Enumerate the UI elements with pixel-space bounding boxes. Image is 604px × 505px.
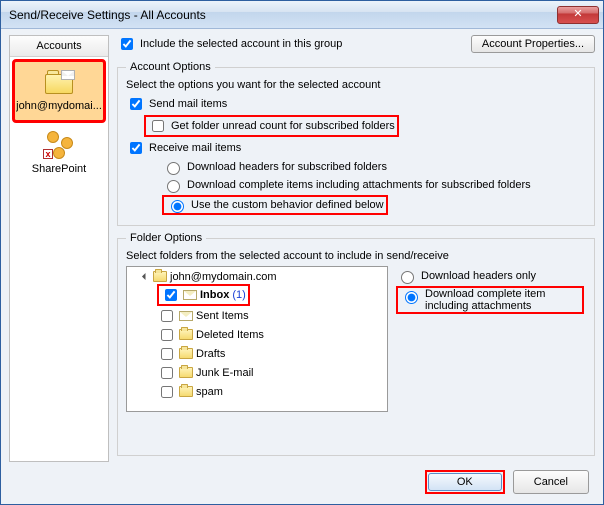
custom-behavior-label: Use the custom behavior defined below [191,199,384,211]
folder-headers-label: Download headers only [421,270,536,282]
folder-icon [179,329,193,340]
tree-item-sent[interactable]: Sent Items [157,307,249,325]
sidebar-header: Accounts [10,36,108,57]
envelope-icon [179,311,193,321]
folder-headers-row[interactable]: Download headers only [396,268,586,284]
sidebar-item-mail-account[interactable]: john@mydomai... [14,61,104,121]
folder-checkbox[interactable] [161,386,173,398]
folder-options-group: Folder Options Select folders from the s… [117,232,595,456]
tree-item-deleted[interactable]: Deleted Items [157,326,264,344]
download-complete-label: Download complete items including attach… [187,179,531,191]
folder-options-intro: Select folders from the selected account… [126,250,586,262]
tree-item-spam[interactable]: spam [157,383,223,401]
account-properties-button[interactable]: Account Properties... [471,35,595,53]
include-account-checkbox[interactable] [121,38,133,50]
top-row: Include the selected account in this gro… [117,35,595,53]
unread-count-checkbox[interactable] [152,120,164,132]
download-complete-row[interactable]: Download complete items including attach… [162,177,586,193]
download-headers-label: Download headers for subscribed folders [187,161,387,173]
custom-behavior-radio[interactable] [171,200,184,213]
client-area: Accounts john@mydomai... x SharePoint [1,29,603,504]
tree-root-label: john@mydomain.com [170,271,277,283]
folder-tree[interactable]: john@mydomain.com Inbox [126,266,388,412]
include-account-row[interactable]: Include the selected account in this gro… [117,35,342,53]
receive-mail-row[interactable]: Receive mail items [126,139,586,157]
mail-account-icon [43,68,75,96]
folder-label: Inbox [200,289,229,301]
tree-root-row[interactable]: john@mydomain.com [143,271,277,283]
titlebar: Send/Receive Settings - All Accounts ✕ [1,1,603,29]
accounts-sidebar: Accounts john@mydomai... x SharePoint [9,35,109,462]
sharepoint-icon: x [43,131,75,159]
dialog-footer: OK Cancel [9,462,595,498]
folder-checkbox[interactable] [161,329,173,341]
folder-icon [179,386,193,397]
folder-options-body: john@mydomain.com Inbox [126,266,586,412]
ok-button[interactable]: OK [428,473,502,491]
folder-options-legend: Folder Options [126,232,206,244]
folder-label: Deleted Items [196,329,264,341]
download-headers-row[interactable]: Download headers for subscribed folders [162,159,586,175]
folder-complete-radio[interactable] [405,291,418,304]
cancel-button[interactable]: Cancel [513,470,589,494]
unread-count: (1) [232,289,245,301]
account-options-legend: Account Options [126,61,215,73]
download-headers-radio[interactable] [167,162,180,175]
send-mail-row[interactable]: Send mail items [126,95,586,113]
folder-checkbox[interactable] [161,348,173,360]
main-split: Accounts john@mydomai... x SharePoint [9,35,595,462]
download-complete-radio[interactable] [167,180,180,193]
folder-label: Sent Items [196,310,249,322]
folder-complete-label: Download complete item including attachm… [425,288,580,312]
dialog-window: Send/Receive Settings - All Accounts ✕ A… [0,0,604,505]
folder-checkbox[interactable] [165,289,177,301]
folder-complete-row[interactable]: Download complete item including attachm… [396,286,586,314]
tree-item-drafts[interactable]: Drafts [157,345,225,363]
folder-icon [179,367,193,378]
sidebar-item-label: john@mydomai... [16,100,102,112]
account-options-intro: Select the options you want for the sele… [126,79,586,91]
right-panel: Include the selected account in this gro… [117,35,595,462]
folder-checkbox[interactable] [161,367,173,379]
expand-icon[interactable] [142,273,149,280]
folder-icon [153,271,167,282]
send-mail-label: Send mail items [149,98,227,110]
tree-item-junk[interactable]: Junk E-mail [157,364,253,382]
close-button[interactable]: ✕ [557,6,599,24]
folder-label: Drafts [196,348,225,360]
folder-checkbox[interactable] [161,310,173,322]
custom-behavior-row[interactable]: Use the custom behavior defined below [162,195,586,215]
account-options-group: Account Options Select the options you w… [117,61,595,226]
receive-mail-label: Receive mail items [149,142,241,154]
receive-mail-checkbox[interactable] [130,142,142,154]
send-mail-checkbox[interactable] [130,98,142,110]
folder-label: spam [196,386,223,398]
unread-count-row[interactable]: Get folder unread count for subscribed f… [144,115,586,137]
include-account-label: Include the selected account in this gro… [140,38,342,50]
folder-download-options: Download headers only Download complete … [396,266,586,412]
window-title: Send/Receive Settings - All Accounts [9,8,557,22]
folder-icon [179,348,193,359]
unread-count-label: Get folder unread count for subscribed f… [171,120,395,132]
envelope-icon [183,290,197,300]
sidebar-item-label: SharePoint [32,163,86,175]
folder-headers-radio[interactable] [401,271,414,284]
sidebar-item-sharepoint[interactable]: x SharePoint [10,125,108,183]
folder-label: Junk E-mail [196,367,253,379]
tree-item-inbox[interactable]: Inbox (1) [157,284,250,306]
